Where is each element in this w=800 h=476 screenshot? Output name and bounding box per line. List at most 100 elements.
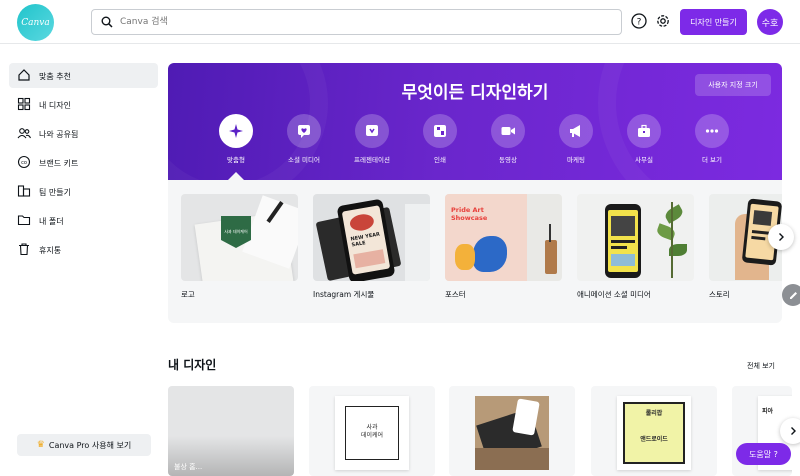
- sidebar-item-folders[interactable]: 내 폴더: [9, 208, 158, 233]
- design-card[interactable]: 불상 홈...: [168, 386, 294, 476]
- chevron-right-icon: [779, 233, 784, 241]
- design-card-line-1: 롤리팝: [645, 410, 663, 417]
- people-icon: [17, 128, 31, 139]
- design-card-line: 피아: [762, 408, 774, 415]
- crown-icon: ♛: [36, 440, 45, 450]
- template-label: Instagram 게시물: [313, 290, 375, 299]
- template-thumbnail: Pride Art Showcase: [445, 194, 562, 281]
- sidebar-item-brand-kit[interactable]: co 브랜드 키트: [9, 150, 158, 175]
- search-icon: [101, 16, 113, 28]
- top-bar: Canva ? 디자인 만들기 수호: [0, 0, 800, 44]
- folder-icon: [17, 215, 31, 226]
- more-icon: [705, 129, 719, 133]
- chevron-right-icon: [791, 427, 796, 435]
- edit-pencil-button[interactable]: [782, 284, 800, 306]
- poster-thumb-line-2: Showcase: [451, 214, 488, 222]
- sidebar-item-label: 내 폴더: [39, 217, 64, 226]
- category-label: 더 보기: [701, 156, 722, 164]
- custom-size-button[interactable]: 사용자 지정 크기: [695, 74, 771, 96]
- category-for-you[interactable]: 맞춤형: [211, 114, 261, 164]
- brand-icon: co: [17, 155, 31, 169]
- design-card[interactable]: 사과 데이케어: [309, 386, 435, 476]
- help-button[interactable]: 도움말 ?: [736, 443, 791, 465]
- search-input[interactable]: [120, 13, 600, 31]
- category-office[interactable]: 사무실: [619, 114, 669, 164]
- category-label: 맞춤형: [227, 156, 245, 164]
- carousel-next-button[interactable]: [768, 224, 794, 250]
- active-category-pointer: [228, 172, 244, 180]
- print-icon: [434, 125, 446, 137]
- sidebar-item-my-designs[interactable]: 내 디자인: [9, 92, 158, 117]
- svg-text:co: co: [21, 160, 27, 166]
- category-label: 인쇄: [434, 156, 446, 164]
- template-card-story[interactable]: 스토리: [709, 194, 782, 300]
- sparkle-icon: [229, 124, 243, 138]
- presentation-icon: [366, 125, 378, 136]
- trash-icon: [19, 243, 29, 256]
- sidebar-item-label: 휴지통: [39, 246, 62, 255]
- instagram-thumb-text: NEW YEAR SALE: [350, 231, 381, 249]
- poster-thumb-line-1: Pride Art: [451, 206, 484, 214]
- see-all-link[interactable]: 전체 보기: [747, 361, 775, 371]
- avatar[interactable]: 수호: [757, 9, 783, 35]
- video-icon: [501, 127, 515, 135]
- heart-chat-icon: [298, 125, 310, 138]
- sidebar-item-label: 나와 공유됨: [39, 130, 79, 139]
- banner-title: 무엇이든 디자인하기: [401, 83, 549, 103]
- template-label: 로고: [181, 290, 195, 299]
- design-card-line-2: 앤드로이드: [640, 436, 668, 443]
- category-label: 동영상: [499, 156, 517, 164]
- logo-text: Canva: [21, 17, 50, 28]
- designs-next-button[interactable]: [780, 418, 800, 444]
- template-thumbnail: 사과 데이케어: [181, 194, 298, 281]
- create-design-button[interactable]: 디자인 만들기: [680, 9, 747, 35]
- sidebar-item-label: 브랜드 키트: [39, 159, 79, 168]
- team-icon: [17, 185, 31, 197]
- briefcase-icon: [638, 124, 650, 137]
- template-card-instagram-post[interactable]: NEW YEAR SALE Instagram 게시물: [313, 194, 430, 300]
- my-designs-title: 내 디자인: [168, 358, 217, 372]
- sidebar-item-label: 팀 만들기: [39, 188, 71, 197]
- category-label: 사무실: [635, 156, 653, 164]
- poster-thumb-title: Pride Art Showcase: [451, 206, 511, 222]
- sidebar-item-trash[interactable]: 휴지통: [9, 237, 158, 262]
- design-card[interactable]: 롤리팝 앤드로이드: [591, 386, 717, 476]
- category-marketing[interactable]: 마케팅: [551, 114, 601, 164]
- template-carousel: 사과 데이케어 로고 NEW YEAR SALE Instagram 게시물 P…: [168, 180, 782, 323]
- template-thumbnail: [577, 194, 694, 281]
- sidebar-item-label: 내 디자인: [39, 101, 71, 110]
- help-icon[interactable]: ?: [630, 12, 648, 30]
- template-label: 포스터: [445, 290, 466, 299]
- template-label: 스토리: [709, 290, 730, 299]
- category-label: 프레젠테이션: [354, 156, 390, 164]
- template-card-poster[interactable]: Pride Art Showcase 포스터: [445, 194, 562, 300]
- template-label: 애니메이션 소셜 미디어: [577, 290, 651, 299]
- design-card-title: 불상 홈...: [174, 463, 203, 471]
- search-bar[interactable]: [91, 9, 622, 35]
- template-thumbnail: NEW YEAR SALE: [313, 194, 430, 281]
- category-label: 마케팅: [567, 156, 585, 164]
- category-print[interactable]: 인쇄: [415, 114, 465, 164]
- design-card-logo-line-1: 사과: [366, 424, 378, 431]
- svg-text:?: ?: [637, 18, 642, 28]
- pencil-icon: [789, 291, 797, 299]
- category-video[interactable]: 동영상: [483, 114, 533, 164]
- design-card[interactable]: [449, 386, 575, 476]
- grid-icon: [17, 97, 31, 111]
- gear-icon[interactable]: [654, 12, 672, 30]
- category-social-media[interactable]: 소셜 미디어: [279, 114, 329, 164]
- category-presentation[interactable]: 프레젠테이션: [347, 114, 397, 164]
- canva-pro-trial-button[interactable]: ♛ Canva Pro 사용해 보기: [17, 434, 151, 456]
- sidebar-item-shared[interactable]: 나와 공유됨: [9, 121, 158, 146]
- sidebar-item-label: 맞춤 추천: [39, 72, 71, 81]
- megaphone-icon: [570, 125, 580, 137]
- home-icon: [18, 69, 30, 81]
- canva-logo[interactable]: Canva: [17, 4, 54, 41]
- sidebar-item-create-team[interactable]: 팀 만들기: [9, 179, 158, 204]
- category-label: 소셜 미디어: [288, 156, 320, 164]
- template-card-logo[interactable]: 사과 데이케어 로고: [181, 194, 298, 300]
- category-more[interactable]: 더 보기: [687, 114, 737, 164]
- sidebar-item-home[interactable]: 맞춤 추천: [9, 63, 158, 88]
- sidebar: 맞춤 추천 내 디자인 나와 공유됨 co 브랜드 키트 팀 만들기 내 폴더 …: [0, 44, 166, 476]
- template-card-animated-social[interactable]: 애니메이션 소셜 미디어: [577, 194, 694, 300]
